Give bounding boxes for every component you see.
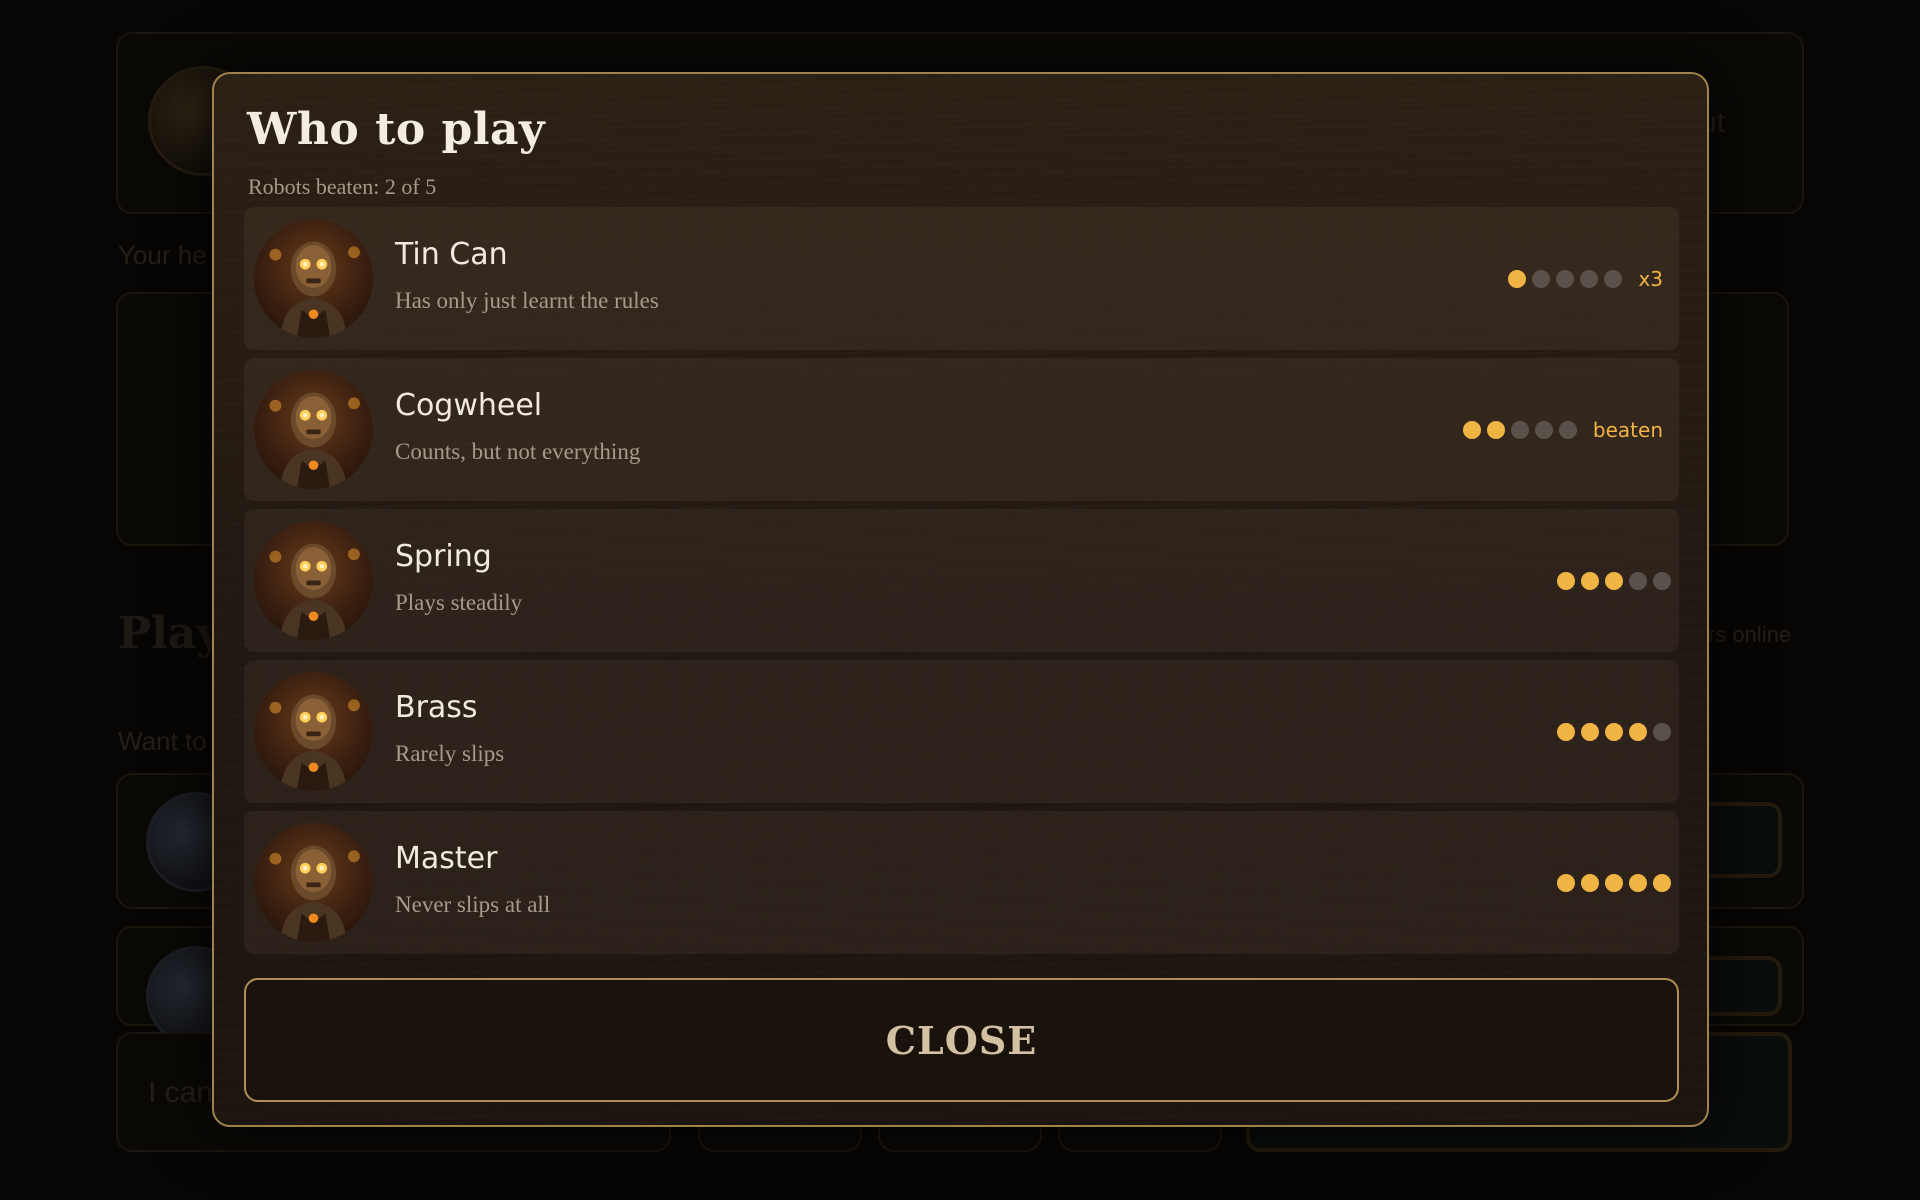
robot-description: Counts, but not everything xyxy=(395,439,641,464)
difficulty-dot-empty xyxy=(1532,269,1551,288)
difficulty-dot-empty xyxy=(1653,571,1671,590)
difficulty-rating xyxy=(1508,269,1623,288)
difficulty-rating xyxy=(1557,722,1671,741)
robot-meta xyxy=(1557,722,1671,741)
difficulty-dot-filled xyxy=(1605,722,1623,741)
difficulty-dot-filled xyxy=(1629,873,1647,892)
robot-row-spring[interactable]: Spring Plays steadily xyxy=(244,509,1679,652)
difficulty-dot-empty xyxy=(1558,420,1577,439)
robot-portrait-icon xyxy=(254,521,373,640)
difficulty-dot-empty xyxy=(1534,420,1553,439)
robot-row-cogwheel[interactable]: Cogwheel Counts, but not everything beat… xyxy=(244,358,1679,501)
difficulty-dot-filled xyxy=(1653,873,1671,892)
difficulty-dot-empty xyxy=(1653,722,1671,741)
robot-row-tin-can[interactable]: Tin Can Has only just learnt the rules x… xyxy=(244,207,1679,350)
difficulty-dot-filled xyxy=(1557,722,1575,741)
robot-meta: x3 xyxy=(1508,267,1671,291)
difficulty-dot-empty xyxy=(1556,269,1575,288)
robot-description: Plays steadily xyxy=(395,590,523,615)
opponent-select-dialog: Who to play Robots beaten: 2 of 5 Tin Ca… xyxy=(212,72,1709,1127)
difficulty-rating xyxy=(1462,420,1577,439)
robot-status-badge: x3 xyxy=(1638,266,1663,291)
difficulty-dot-filled xyxy=(1557,873,1575,892)
difficulty-dot-filled xyxy=(1605,571,1623,590)
robot-status-badge: beaten xyxy=(1592,417,1663,442)
difficulty-dot-filled xyxy=(1557,571,1575,590)
difficulty-dot-filled xyxy=(1462,420,1481,439)
robot-list: Tin Can Has only just learnt the rules x… xyxy=(244,207,1679,962)
robot-name: Master xyxy=(395,841,498,876)
robot-row-brass[interactable]: Brass Rarely slips xyxy=(244,660,1679,803)
robot-meta xyxy=(1557,571,1671,590)
robot-name: Tin Can xyxy=(395,237,508,272)
robot-name: Cogwheel xyxy=(395,388,543,423)
difficulty-dot-filled xyxy=(1605,873,1623,892)
robot-portrait-icon xyxy=(254,370,373,489)
difficulty-dot-filled xyxy=(1508,269,1527,288)
robot-description: Rarely slips xyxy=(395,741,505,766)
robot-meta xyxy=(1557,873,1671,892)
difficulty-rating xyxy=(1557,571,1671,590)
difficulty-dot-empty xyxy=(1510,420,1529,439)
robot-description: Has only just learnt the rules xyxy=(395,288,659,313)
difficulty-dot-empty xyxy=(1580,269,1599,288)
robot-portrait-icon xyxy=(254,219,373,338)
difficulty-dot-filled xyxy=(1581,873,1599,892)
robot-row-master[interactable]: Master Never slips at all xyxy=(244,811,1679,954)
difficulty-dot-filled xyxy=(1629,722,1647,741)
difficulty-rating xyxy=(1557,873,1671,892)
close-button[interactable]: CLOSE xyxy=(244,978,1679,1102)
difficulty-dot-filled xyxy=(1486,420,1505,439)
difficulty-dot-filled xyxy=(1581,722,1599,741)
robot-description: Never slips at all xyxy=(395,892,551,917)
robot-name: Brass xyxy=(395,690,478,725)
robot-name: Spring xyxy=(395,539,492,574)
difficulty-dot-filled xyxy=(1581,571,1599,590)
difficulty-dot-empty xyxy=(1629,571,1647,590)
robot-meta: beaten xyxy=(1462,417,1671,442)
difficulty-dot-empty xyxy=(1604,269,1623,288)
robot-portrait-icon xyxy=(254,823,373,942)
robot-portrait-icon xyxy=(254,672,373,791)
dialog-title: Who to play xyxy=(247,104,546,155)
robots-beaten-counter: Robots beaten: 2 of 5 xyxy=(248,174,437,199)
